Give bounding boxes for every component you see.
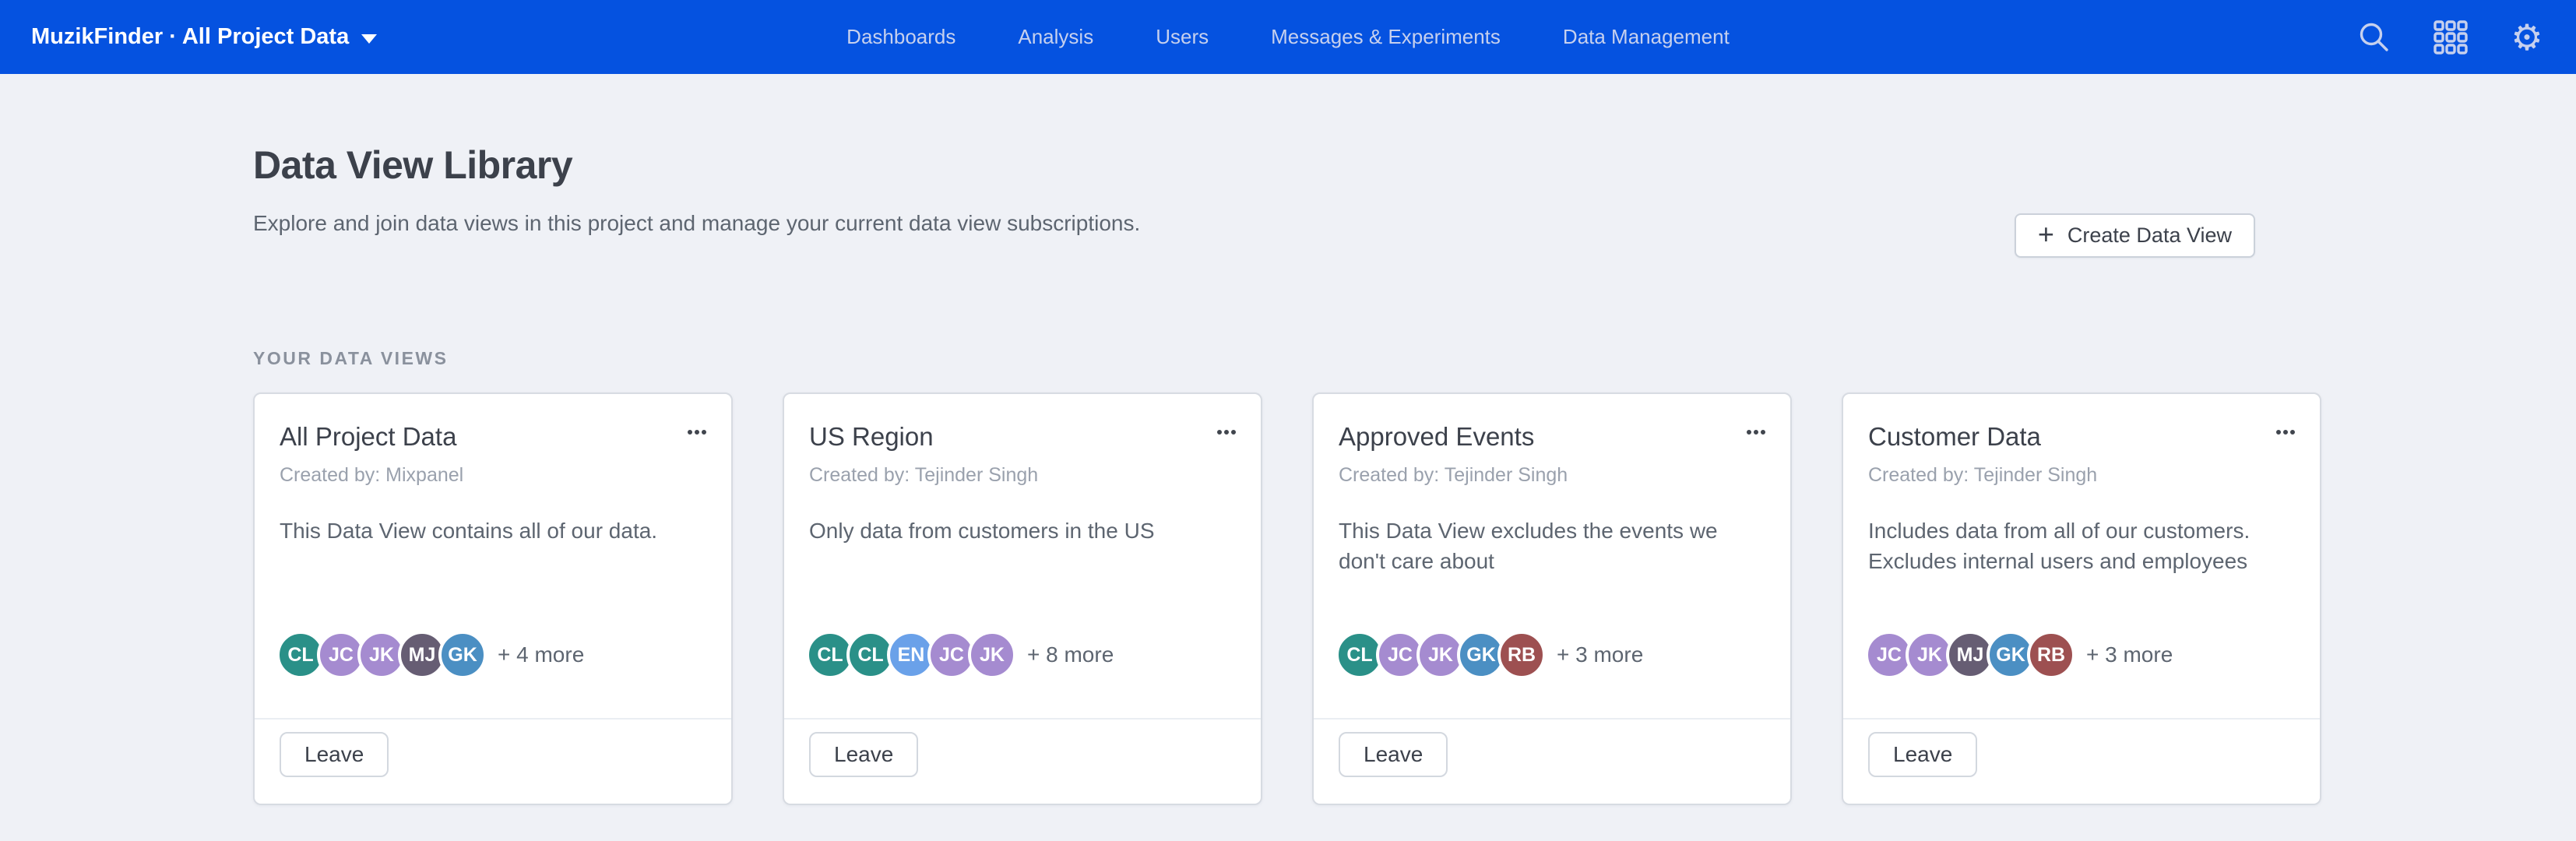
leave-button[interactable]: Leave [1339,732,1448,777]
more-members-label: + 3 more [1557,642,1643,667]
avatar: JK [968,631,1016,679]
project-switcher[interactable]: MuzikFinder · All Project Data [31,24,377,50]
search-icon[interactable] [2356,19,2392,55]
data-view-cards: All Project Data Created by: Mixpanel Th… [253,392,2576,805]
card-created-by: Created by: Tejinder Singh [1868,464,2295,487]
nav-item-data-management[interactable]: Data Management [1563,25,1730,49]
nav-item-analysis[interactable]: Analysis [1018,25,1093,49]
section-label-your-data-views: YOUR DATA VIEWS [253,348,2576,369]
nav-item-dashboards[interactable]: Dashboards [846,25,955,49]
more-members-label: + 8 more [1027,642,1114,667]
page-title: Data View Library [253,74,2576,188]
card-title: Approved Events [1339,422,1534,452]
avatar-stack: JC JK MJ GK RB + 3 more [1868,631,2295,679]
apps-grid-icon[interactable] [2433,19,2469,55]
create-data-view-button[interactable]: + Create Data View [2015,213,2255,258]
nav-right-icons: ⚙ [2356,19,2545,55]
data-view-card-approved-events: Approved Events Created by: Tejinder Sin… [1312,392,1792,805]
nav-item-users[interactable]: Users [1156,25,1209,49]
nav-menu: Dashboards Analysis Users Messages & Exp… [846,0,1730,74]
top-nav: MuzikFinder · All Project Data Dashboard… [0,0,2576,74]
card-title: All Project Data [280,422,456,452]
card-description: Includes data from all of our customers.… [1868,516,2295,576]
more-members-label: + 3 more [2086,642,2173,667]
plus-icon: + [2038,220,2054,248]
leave-button[interactable]: Leave [1868,732,1977,777]
card-created-by: Created by: Tejinder Singh [1339,464,1765,487]
overflow-menu-icon[interactable] [1747,422,1765,435]
more-members-label: + 4 more [498,642,584,667]
create-data-view-label: Create Data View [2067,223,2232,248]
card-created-by: Created by: Tejinder Singh [809,464,1236,487]
data-view-card-customer-data: Customer Data Created by: Tejinder Singh… [1842,392,2321,805]
overflow-menu-icon[interactable] [1217,422,1236,435]
project-switcher-label: MuzikFinder · All Project Data [31,24,349,50]
avatar: GK [438,631,487,679]
card-created-by: Created by: Mixpanel [280,464,706,487]
leave-button[interactable]: Leave [280,732,389,777]
card-title: US Region [809,422,934,452]
avatar: RB [2027,631,2075,679]
card-description: Only data from customers in the US [809,516,1236,547]
overflow-menu-icon[interactable] [2276,422,2295,435]
card-description: This Data View contains all of our data. [280,516,706,547]
avatar: RB [1497,631,1546,679]
chevron-down-icon [361,34,377,44]
data-view-card-us-region: US Region Created by: Tejinder Singh Onl… [783,392,1262,805]
avatar-stack: CL CL EN JC JK + 8 more [809,631,1236,679]
leave-button[interactable]: Leave [809,732,918,777]
avatar-stack: CL JC JK MJ GK + 4 more [280,631,706,679]
card-title: Customer Data [1868,422,2041,452]
nav-item-messages-experiments[interactable]: Messages & Experiments [1271,25,1501,49]
overflow-menu-icon[interactable] [688,422,706,435]
main-content: Data View Library Explore and join data … [0,74,2576,805]
data-view-card-all-project-data: All Project Data Created by: Mixpanel Th… [253,392,733,805]
gear-icon[interactable]: ⚙ [2509,19,2545,55]
card-description: This Data View excludes the events we do… [1339,516,1765,576]
avatar-stack: CL JC JK GK RB + 3 more [1339,631,1765,679]
